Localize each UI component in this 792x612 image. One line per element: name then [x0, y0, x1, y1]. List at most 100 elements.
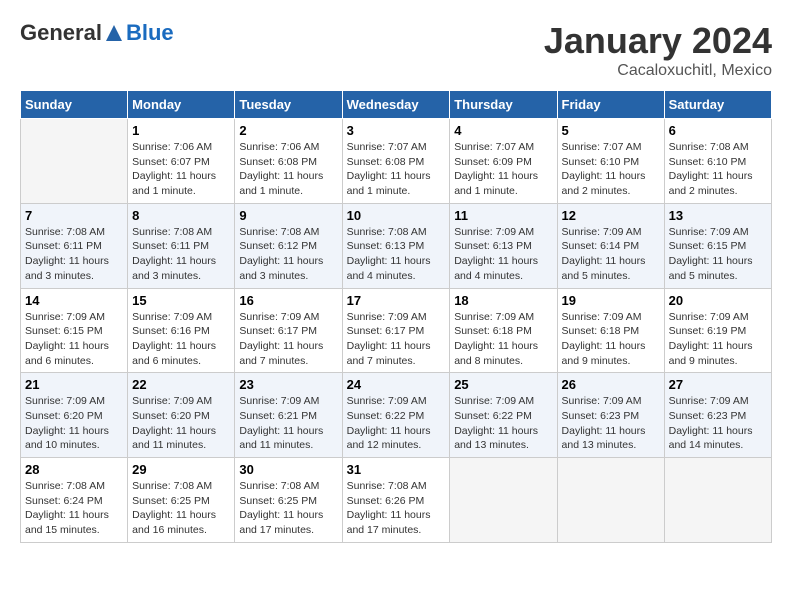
day-number: 9: [239, 208, 337, 223]
calendar-cell: 27Sunrise: 7:09 AMSunset: 6:23 PMDayligh…: [664, 373, 771, 458]
day-info: Sunrise: 7:06 AMSunset: 6:07 PMDaylight:…: [132, 140, 230, 199]
day-info: Sunrise: 7:08 AMSunset: 6:10 PMDaylight:…: [669, 140, 767, 199]
calendar-cell: [450, 458, 557, 543]
day-number: 30: [239, 462, 337, 477]
day-info: Sunrise: 7:09 AMSunset: 6:17 PMDaylight:…: [239, 310, 337, 369]
calendar-header-row: SundayMondayTuesdayWednesdayThursdayFrid…: [21, 91, 772, 119]
day-number: 22: [132, 377, 230, 392]
calendar-cell: [557, 458, 664, 543]
day-header-friday: Friday: [557, 91, 664, 119]
day-number: 16: [239, 293, 337, 308]
day-number: 11: [454, 208, 552, 223]
day-info: Sunrise: 7:08 AMSunset: 6:24 PMDaylight:…: [25, 479, 123, 538]
calendar-cell: 13 Sunrise: 7:09 AMSunset: 6:15 PMDayligh…: [664, 203, 771, 288]
day-number: 10: [347, 208, 446, 223]
day-info: Sunrise: 7:09 AMSunset: 6:23 PMDaylight:…: [669, 394, 767, 453]
calendar-cell: 8Sunrise: 7:08 AMSunset: 6:11 PMDaylight…: [128, 203, 235, 288]
calendar-cell: 12 Sunrise: 7:09 AMSunset: 6:14 PMDayligh…: [557, 203, 664, 288]
calendar-cell: 16 Sunrise: 7:09 AMSunset: 6:17 PMDayligh…: [235, 288, 342, 373]
day-header-tuesday: Tuesday: [235, 91, 342, 119]
calendar-cell: 3 Sunrise: 7:07 AMSunset: 6:08 PMDaylight…: [342, 119, 450, 204]
calendar-week-row: 21 Sunrise: 7:09 AMSunset: 6:20 PMDayligh…: [21, 373, 772, 458]
calendar-cell: 4Sunrise: 7:07 AMSunset: 6:09 PMDaylight…: [450, 119, 557, 204]
day-info: Sunrise: 7:09 AMSunset: 6:18 PMDaylight:…: [562, 310, 660, 369]
day-info: Sunrise: 7:09 AMSunset: 6:15 PMDaylight:…: [25, 310, 123, 369]
day-number: 3: [347, 123, 446, 138]
day-header-wednesday: Wednesday: [342, 91, 450, 119]
day-info: Sunrise: 7:09 AMSunset: 6:22 PMDaylight:…: [347, 394, 446, 453]
calendar: SundayMondayTuesdayWednesdayThursdayFrid…: [20, 90, 772, 543]
day-info: Sunrise: 7:09 AMSunset: 6:15 PMDaylight:…: [669, 225, 767, 284]
day-number: 7: [25, 208, 123, 223]
day-info: Sunrise: 7:08 AMSunset: 6:25 PMDaylight:…: [132, 479, 230, 538]
day-info: Sunrise: 7:09 AMSunset: 6:21 PMDaylight:…: [239, 394, 337, 453]
day-number: 21: [25, 377, 123, 392]
day-number: 13: [669, 208, 767, 223]
logo: General Blue: [20, 20, 174, 46]
day-info: Sunrise: 7:09 AMSunset: 6:14 PMDaylight:…: [562, 225, 660, 284]
calendar-cell: 28Sunrise: 7:08 AMSunset: 6:24 PMDayligh…: [21, 458, 128, 543]
day-number: 2: [239, 123, 337, 138]
day-info: Sunrise: 7:08 AMSunset: 6:25 PMDaylight:…: [239, 479, 337, 538]
location: Cacaloxuchitl, Mexico: [544, 62, 772, 80]
calendar-cell: 15 Sunrise: 7:09 AMSunset: 6:16 PMDayligh…: [128, 288, 235, 373]
calendar-cell: 22 Sunrise: 7:09 AMSunset: 6:20 PMDayligh…: [128, 373, 235, 458]
logo-blue: Blue: [126, 20, 174, 46]
calendar-cell: 6 Sunrise: 7:08 AMSunset: 6:10 PMDaylight…: [664, 119, 771, 204]
day-number: 15: [132, 293, 230, 308]
day-info: Sunrise: 7:09 AMSunset: 6:22 PMDaylight:…: [454, 394, 552, 453]
day-info: Sunrise: 7:08 AMSunset: 6:12 PMDaylight:…: [239, 225, 337, 284]
day-number: 29: [132, 462, 230, 477]
calendar-cell: 11Sunrise: 7:09 AMSunset: 6:13 PMDayligh…: [450, 203, 557, 288]
day-number: 14: [25, 293, 123, 308]
calendar-cell: 25Sunrise: 7:09 AMSunset: 6:22 PMDayligh…: [450, 373, 557, 458]
calendar-cell: [664, 458, 771, 543]
calendar-cell: 23 Sunrise: 7:09 AMSunset: 6:21 PMDayligh…: [235, 373, 342, 458]
day-number: 17: [347, 293, 446, 308]
day-header-thursday: Thursday: [450, 91, 557, 119]
day-number: 18: [454, 293, 552, 308]
day-info: Sunrise: 7:07 AMSunset: 6:08 PMDaylight:…: [347, 140, 446, 199]
day-number: 8: [132, 208, 230, 223]
page-header: General Blue January 2024 Cacaloxuchitl,…: [20, 20, 772, 80]
day-header-monday: Monday: [128, 91, 235, 119]
day-number: 19: [562, 293, 660, 308]
day-number: 6: [669, 123, 767, 138]
calendar-cell: 21Sunrise: 7:09 AMSunset: 6:20 PMDayligh…: [21, 373, 128, 458]
day-number: 12: [562, 208, 660, 223]
day-info: Sunrise: 7:09 AMSunset: 6:18 PMDaylight:…: [454, 310, 552, 369]
day-number: 4: [454, 123, 552, 138]
calendar-week-row: 1 Sunrise: 7:06 AMSunset: 6:07 PMDaylight…: [21, 119, 772, 204]
logo-general: General: [20, 20, 102, 46]
day-info: Sunrise: 7:09 AMSunset: 6:19 PMDaylight:…: [669, 310, 767, 369]
calendar-week-row: 14 Sunrise: 7:09 AMSunset: 6:15 PMDayligh…: [21, 288, 772, 373]
calendar-cell: 31Sunrise: 7:08 AMSunset: 6:26 PMDayligh…: [342, 458, 450, 543]
day-info: Sunrise: 7:09 AMSunset: 6:16 PMDaylight:…: [132, 310, 230, 369]
calendar-cell: 29 Sunrise: 7:08 AMSunset: 6:25 PMDayligh…: [128, 458, 235, 543]
calendar-cell: 1 Sunrise: 7:06 AMSunset: 6:07 PMDaylight…: [128, 119, 235, 204]
day-header-saturday: Saturday: [664, 91, 771, 119]
day-header-sunday: Sunday: [21, 91, 128, 119]
day-number: 26: [562, 377, 660, 392]
day-number: 5: [562, 123, 660, 138]
calendar-cell: 2 Sunrise: 7:06 AMSunset: 6:08 PMDaylight…: [235, 119, 342, 204]
day-number: 23: [239, 377, 337, 392]
calendar-cell: 14 Sunrise: 7:09 AMSunset: 6:15 PMDayligh…: [21, 288, 128, 373]
calendar-cell: 5Sunrise: 7:07 AMSunset: 6:10 PMDaylight…: [557, 119, 664, 204]
day-info: Sunrise: 7:08 AMSunset: 6:11 PMDaylight:…: [25, 225, 123, 284]
calendar-cell: 26 Sunrise: 7:09 AMSunset: 6:23 PMDayligh…: [557, 373, 664, 458]
calendar-cell: 17Sunrise: 7:09 AMSunset: 6:17 PMDayligh…: [342, 288, 450, 373]
calendar-cell: [21, 119, 128, 204]
calendar-week-row: 28Sunrise: 7:08 AMSunset: 6:24 PMDayligh…: [21, 458, 772, 543]
day-number: 20: [669, 293, 767, 308]
day-info: Sunrise: 7:06 AMSunset: 6:08 PMDaylight:…: [239, 140, 337, 199]
day-info: Sunrise: 7:08 AMSunset: 6:26 PMDaylight:…: [347, 479, 446, 538]
day-number: 24: [347, 377, 446, 392]
calendar-cell: 19 Sunrise: 7:09 AMSunset: 6:18 PMDayligh…: [557, 288, 664, 373]
calendar-cell: 24 Sunrise: 7:09 AMSunset: 6:22 PMDayligh…: [342, 373, 450, 458]
calendar-cell: 30 Sunrise: 7:08 AMSunset: 6:25 PMDayligh…: [235, 458, 342, 543]
calendar-cell: 20 Sunrise: 7:09 AMSunset: 6:19 PMDayligh…: [664, 288, 771, 373]
day-number: 1: [132, 123, 230, 138]
day-info: Sunrise: 7:09 AMSunset: 6:23 PMDaylight:…: [562, 394, 660, 453]
day-info: Sunrise: 7:09 AMSunset: 6:20 PMDaylight:…: [132, 394, 230, 453]
